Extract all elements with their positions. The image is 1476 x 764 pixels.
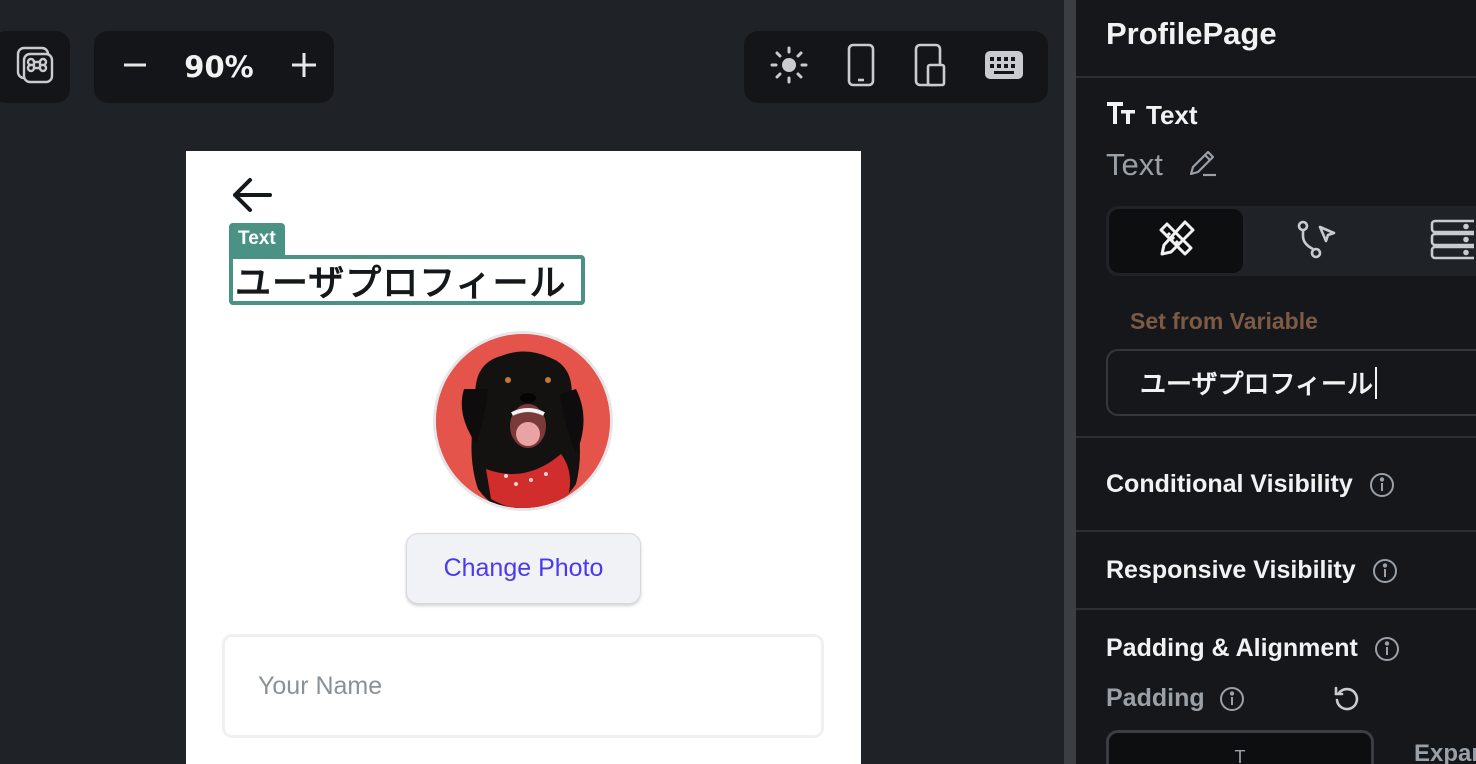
selection-tag: Text [229,223,285,255]
text-value: ユーザプロフィール [1140,369,1373,399]
responsive-visibility-section[interactable]: Responsive Visibility [1076,530,1476,610]
padding-top-field[interactable]: T [1106,730,1374,764]
zoom-level: 90% [184,50,254,84]
preview-device-controls [744,31,1048,103]
tab-actions[interactable] [1256,209,1376,273]
panel-header: ProfilePage [1076,0,1476,78]
back-button[interactable] [230,175,274,219]
design-tools-icon [1153,216,1199,267]
info-icon[interactable] [1219,686,1245,712]
reset-padding-button[interactable] [1332,684,1362,719]
text-value-field[interactable]: ユーザプロフィール [1106,349,1476,416]
zoom-in-button[interactable] [290,51,318,83]
widget-name-row: Text [1106,146,1219,183]
info-icon[interactable] [1372,558,1398,584]
panel-resize-handle[interactable] [1064,0,1076,764]
dog-photo [436,334,610,508]
phone-icon [846,43,876,91]
database-icon [1428,217,1476,266]
expand-label: Expan [1414,740,1476,764]
property-tabs [1106,206,1476,276]
responsive-visibility-row: Responsive Visibility [1106,556,1398,585]
avatar[interactable] [433,331,613,511]
conditional-visibility-label: Conditional Visibility [1106,470,1353,498]
zoom-control: 90% [94,31,334,103]
tablet-preview-button[interactable] [913,43,947,91]
command-icon [15,45,55,89]
design-canvas: 90% Text ユーザプロフィール Change Photo Your Nam… [0,0,1064,764]
widget-type-header: Text [1106,100,1198,131]
widget-name: Text [1106,146,1163,182]
info-icon[interactable] [1369,472,1395,498]
properties-panel: ProfilePage Text Text Set from Variable … [1076,0,1476,764]
change-photo-button[interactable]: Change Photo [406,533,641,604]
keyboard-toggle-button[interactable] [984,50,1024,84]
reset-icon [1332,684,1362,719]
padding-label: Padding [1106,684,1205,712]
conditional-visibility-row: Conditional Visibility [1106,470,1395,499]
responsive-visibility-label: Responsive Visibility [1106,556,1356,584]
minus-icon [122,52,148,82]
plus-icon [290,51,318,83]
sun-icon [769,45,809,89]
name-field[interactable] [222,634,824,738]
keyboard-icon [984,50,1024,84]
padding-top-label: T [1234,747,1246,764]
page-name: ProfilePage [1106,16,1277,51]
arrow-left-icon [230,175,274,219]
text-type-icon [1106,100,1136,131]
conditional-visibility-section[interactable]: Conditional Visibility [1076,436,1476,532]
widget-type-label: Text [1146,100,1198,130]
selected-text-widget[interactable]: ユーザプロフィール [229,255,585,305]
phone-preview: Text ユーザプロフィール Change Photo [186,151,861,764]
tablet-icon [913,43,947,91]
pencil-icon [1187,146,1219,183]
info-icon[interactable] [1374,636,1400,662]
text-caret [1374,366,1377,399]
tab-properties[interactable] [1109,209,1243,273]
set-from-variable-link[interactable]: Set from Variable [1130,308,1318,335]
tab-backend-query[interactable] [1396,209,1476,273]
padding-alignment-label: Padding & Alignment [1106,634,1358,662]
padding-alignment-row: Padding & Alignment [1106,634,1400,663]
zoom-out-button[interactable] [122,52,148,82]
theme-toggle-button[interactable] [769,45,809,89]
command-palette-button[interactable] [0,31,70,103]
padding-row: Padding [1106,684,1245,713]
phone-preview-button[interactable] [846,43,876,91]
page-title: ユーザプロフィール [235,263,567,304]
rename-widget-button[interactable] [1187,146,1219,183]
action-flow-icon [1294,217,1338,266]
